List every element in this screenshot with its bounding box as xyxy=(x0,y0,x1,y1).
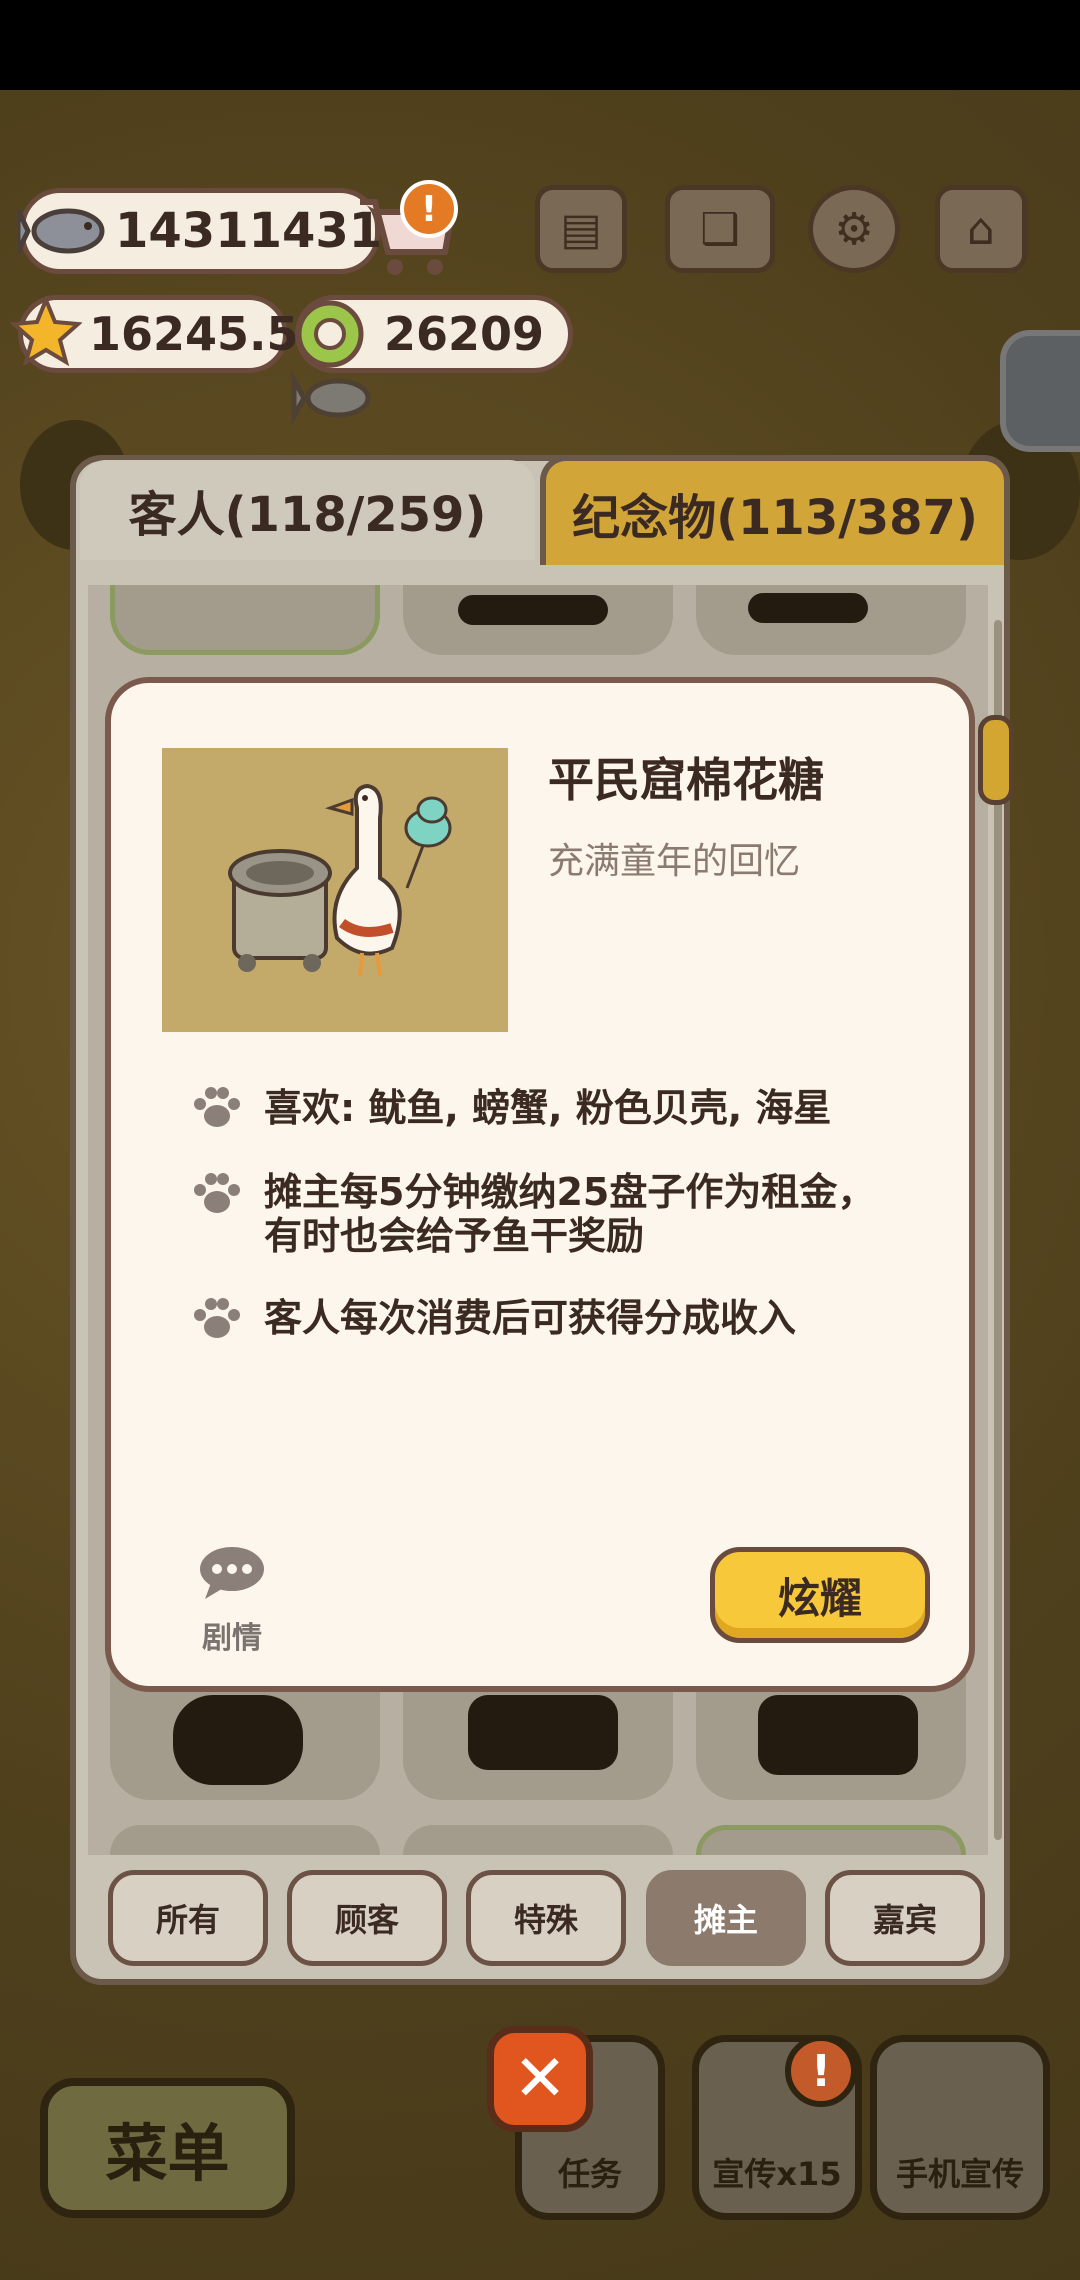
fish-count: 14311431 xyxy=(115,203,383,259)
goose-cotton-candy-illustration xyxy=(228,783,452,977)
guest-silhouette xyxy=(458,595,608,625)
item-illustration xyxy=(162,748,508,1032)
chat-bubble-icon xyxy=(200,1547,264,1599)
item-subtitle: 充满童年的回忆 xyxy=(548,841,801,882)
cart-alert-icon: ! xyxy=(400,180,458,238)
scrollbar-thumb[interactable] xyxy=(978,715,1014,805)
feature-revenue-share: 客人每次消费后可获得分成收入 xyxy=(264,1296,797,1340)
side-widget[interactable] xyxy=(1000,330,1080,452)
filter-stall-owner-label: 摊主 xyxy=(693,1901,758,1939)
paw-icon xyxy=(194,1298,240,1338)
tab-souvenirs[interactable]: 纪念物(113/387) xyxy=(540,455,1010,565)
guest-silhouette xyxy=(748,593,868,623)
feature-rent-line1: 摊主每5分钟缴纳25盘子作为租金， xyxy=(264,1170,876,1214)
feature-rent-line2: 有时也会给予鱼干奖励 xyxy=(264,1214,645,1258)
guest-silhouette xyxy=(173,1695,303,1785)
status-bar xyxy=(0,0,1080,90)
fish-icon xyxy=(291,370,371,426)
newspaper-icon[interactable]: ▤ xyxy=(535,185,627,273)
show-off-button[interactable]: 炫耀 xyxy=(710,1547,930,1643)
filter-all[interactable]: 所有 xyxy=(108,1870,268,1966)
guest-card[interactable] xyxy=(110,1825,380,1855)
close-icon[interactable]: ✕ xyxy=(487,2026,593,2132)
filter-special[interactable]: 特殊 xyxy=(466,1870,626,1966)
guest-silhouette xyxy=(758,1695,918,1775)
promo-label: 宣传x15 xyxy=(712,2155,842,2193)
paw-icon xyxy=(194,1173,240,1213)
guest-card[interactable] xyxy=(110,585,380,655)
filter-customers-label: 顾客 xyxy=(334,1901,399,1939)
story-button[interactable]: 剧情 xyxy=(190,1545,274,1657)
tab-guests-label: 客人(118/259) xyxy=(128,487,487,543)
item-title: 平民窟棉花糖 xyxy=(548,753,824,807)
star-count: 16245.5 xyxy=(89,307,299,361)
book-icon[interactable]: ❑ xyxy=(665,185,775,273)
exclamation-icon: ! xyxy=(785,2035,857,2107)
menu-label: 菜单 xyxy=(105,2117,230,2190)
filter-customers[interactable]: 顾客 xyxy=(287,1870,447,1966)
filter-stall-owner[interactable]: 摊主 xyxy=(646,1870,806,1966)
show-off-label: 炫耀 xyxy=(777,1573,862,1623)
guest-card[interactable] xyxy=(403,1825,673,1855)
filter-guests-label: 嘉宾 xyxy=(872,1901,937,1939)
tasks-label: 任务 xyxy=(557,2155,622,2193)
guest-card[interactable] xyxy=(696,1825,966,1855)
tab-guests[interactable]: 客人(118/259) xyxy=(80,460,535,560)
paw-icon xyxy=(194,1087,240,1127)
filter-guests[interactable]: 嘉宾 xyxy=(825,1870,985,1966)
fish-icon xyxy=(18,208,105,254)
shop-icon[interactable]: ⌂ xyxy=(935,185,1027,273)
coin-count: 26209 xyxy=(384,307,545,361)
feature-likes: 喜欢: 鱿鱼, 螃蟹, 粉色贝壳, 海星 xyxy=(264,1086,832,1130)
menu-button[interactable]: 菜单 xyxy=(40,2078,295,2218)
star-icon xyxy=(10,296,82,367)
guest-silhouette xyxy=(468,1695,618,1770)
tab-souvenirs-label: 纪念物(113/387) xyxy=(572,490,978,546)
filter-special-label: 特殊 xyxy=(513,1901,578,1939)
gear-icon[interactable]: ⚙ xyxy=(808,185,900,273)
phone-promo-button[interactable]: 手机宣传 xyxy=(870,2035,1050,2220)
phone-promo-label: 手机宣传 xyxy=(895,2155,1024,2193)
filter-all-label: 所有 xyxy=(155,1901,220,1939)
story-label: 剧情 xyxy=(202,1621,262,1656)
